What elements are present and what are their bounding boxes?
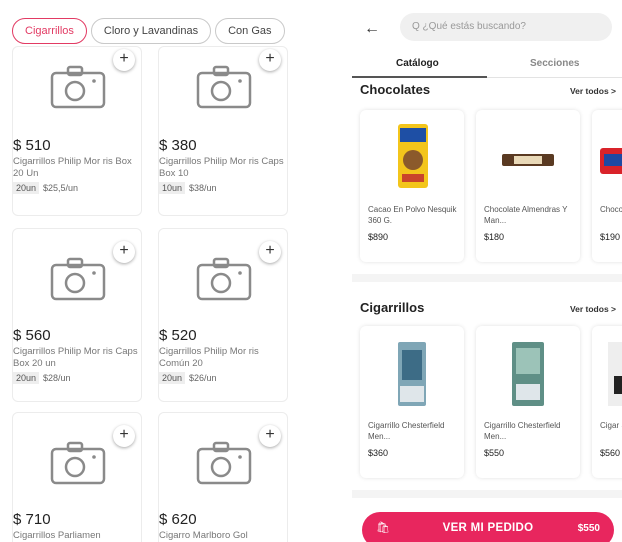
qty-badge: 20un: [13, 372, 40, 384]
cigarette-pack-image: [608, 342, 622, 406]
product-card[interactable]: + $ 510 Cigarrillos Philip Mor ris Box 2…: [12, 46, 142, 216]
view-order-button[interactable]: 🛍 VER MI PEDIDO $550: [362, 512, 614, 542]
product-name: Cigarrillos Philip Mor ris Caps Box 20 u…: [13, 346, 138, 369]
product-card[interactable]: + $ 710 Cigarrillos Parliamen: [12, 412, 142, 542]
product-image-placeholder: +: [159, 239, 287, 319]
unit-price: $38/un: [189, 183, 217, 193]
camera-icon: [196, 65, 252, 109]
add-to-cart-button[interactable]: +: [259, 425, 281, 447]
product-card[interactable]: Cacao En Polvo Nesquik 360 G. $890: [360, 110, 464, 262]
product-price: $ 510: [13, 137, 51, 154]
qty-badge: 10un: [159, 182, 186, 194]
unit-info: 20un $25,5/un: [13, 182, 78, 194]
camera-icon: [196, 441, 252, 485]
see-all-link[interactable]: Ver todos >: [570, 86, 616, 96]
product-card[interactable]: + $ 560 Cigarrillos Philip Mor ris Caps …: [12, 228, 142, 402]
camera-icon: [50, 441, 106, 485]
unit-info: 20un $28/un: [13, 372, 71, 384]
qty-badge: 20un: [13, 182, 40, 194]
product-image-placeholder: +: [159, 423, 287, 503]
add-to-cart-button[interactable]: +: [113, 425, 135, 447]
chip-cigarrillos[interactable]: Cigarrillos: [12, 18, 87, 44]
product-card[interactable]: Cigarrillo Chesterfield Men... $360: [360, 326, 464, 478]
product-name: Cigarrillos Philip Mor ris Caps Box 10: [159, 156, 284, 179]
cigarette-pack-image: [512, 342, 544, 406]
product-name: Cigarrillos Philip Mor ris Box 20 Un: [13, 156, 132, 179]
camera-icon: [50, 257, 106, 301]
product-image-placeholder: +: [13, 423, 141, 503]
camera-icon: [196, 257, 252, 301]
product-card[interactable]: Cigar Strike $560: [592, 326, 622, 478]
unit-price: $28/un: [43, 373, 71, 383]
cigarette-pack-image: [398, 342, 426, 406]
order-total: $550: [577, 523, 600, 534]
tab-bar: Catálogo Secciones: [352, 52, 622, 78]
product-card[interactable]: Chocolate Almendras Y Man... $180: [476, 110, 580, 262]
add-to-cart-button[interactable]: +: [113, 49, 135, 71]
product-card[interactable]: Cigarrillo Chesterfield Men... $550: [476, 326, 580, 478]
unit-info: 20un $26/un: [159, 372, 217, 384]
view-order-label: VER MI PEDIDO: [442, 522, 534, 534]
tab-secciones[interactable]: Secciones: [530, 58, 579, 69]
app-screens: Cigarrillos Cloro y Lavandinas Con Gas + $…: [0, 0, 622, 542]
tab-catalogo[interactable]: Catálogo: [396, 58, 439, 69]
search-input[interactable]: Q ¿Qué estás buscando?: [400, 13, 612, 41]
add-to-cart-button[interactable]: +: [259, 49, 281, 71]
add-to-cart-button[interactable]: +: [259, 241, 281, 263]
catalog-screen: ← Q ¿Qué estás buscando? Catálogo Seccio…: [352, 0, 622, 542]
product-name: Cigarrillos Philip Mor ris Común 20: [159, 346, 259, 369]
active-tab-indicator: [352, 76, 487, 78]
product-name: Cigarrillo Chesterfield Men...: [368, 421, 445, 441]
nesquik-product-image: [398, 124, 428, 188]
unit-price: $26/un: [189, 373, 217, 383]
product-price: $ 520: [159, 327, 197, 344]
product-name: Chocolate Almendras Y Man...: [484, 205, 568, 225]
section-divider: [352, 490, 622, 498]
section-title-chocolates: Chocolates: [360, 82, 431, 97]
product-price: $180: [484, 232, 505, 242]
unit-info: 10un $38/un: [159, 182, 217, 194]
section-divider: [352, 274, 622, 282]
qty-badge: 20un: [159, 372, 186, 384]
product-card[interactable]: + $ 620 Cigarro Marlboro Gol: [158, 412, 288, 542]
product-price: $550: [484, 448, 505, 458]
product-price: $ 380: [159, 137, 197, 154]
chocolate-product-image: [600, 148, 622, 174]
product-price: $ 620: [159, 511, 197, 528]
see-all-link[interactable]: Ver todos >: [570, 304, 616, 314]
section-title-cigarrillos: Cigarrillos: [360, 300, 425, 315]
product-name: Cigar Strike: [600, 421, 622, 430]
product-card[interactable]: + $ 380 Cigarrillos Philip Mor ris Caps …: [158, 46, 288, 216]
product-price: $890: [368, 232, 389, 242]
product-image-placeholder: +: [13, 239, 141, 319]
product-card[interactable]: Choco G. $190: [592, 110, 622, 262]
product-name: Choco G.: [600, 205, 622, 214]
category-chips: Cigarrillos Cloro y Lavandinas Con Gas: [12, 18, 289, 44]
product-price: $ 710: [13, 511, 51, 528]
product-card[interactable]: + $ 520 Cigarrillos Philip Mor ris Común…: [158, 228, 288, 402]
chip-con-gas[interactable]: Con Gas: [215, 18, 285, 44]
product-price: $190: [600, 232, 621, 242]
chip-cloro-lavandinas[interactable]: Cloro y Lavandinas: [90, 18, 212, 44]
product-grid-screen: Cigarrillos Cloro y Lavandinas Con Gas + $…: [0, 0, 300, 542]
product-price: $560: [600, 448, 621, 458]
back-arrow-icon[interactable]: ←: [364, 20, 380, 38]
product-image-placeholder: +: [159, 47, 287, 127]
product-name: Cigarrillo Chesterfield Men...: [484, 421, 561, 441]
product-image-placeholder: +: [13, 47, 141, 127]
product-name: Cigarrillos Parliamen: [13, 530, 101, 541]
chocolate-bar-image: [502, 154, 554, 166]
camera-icon: [50, 65, 106, 109]
unit-price: $25,5/un: [43, 183, 79, 193]
add-to-cart-button[interactable]: +: [113, 241, 135, 263]
product-price: $360: [368, 448, 389, 458]
product-name: Cigarro Marlboro Gol: [159, 530, 248, 541]
product-name: Cacao En Polvo Nesquik 360 G.: [368, 205, 457, 225]
product-price: $ 560: [13, 327, 51, 344]
